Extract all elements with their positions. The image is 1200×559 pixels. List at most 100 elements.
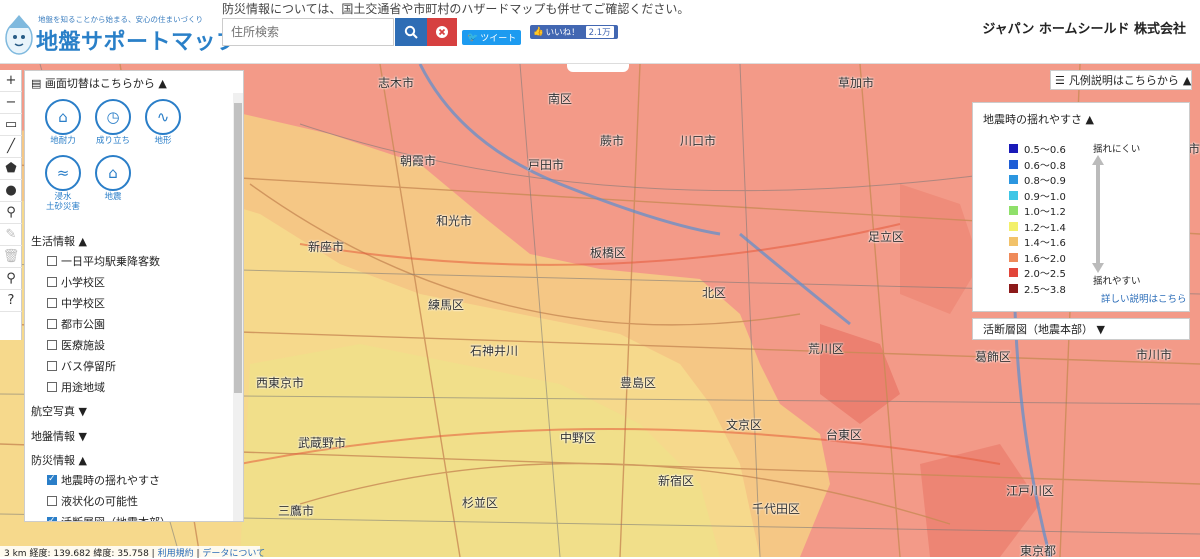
magnifier-icon: ⚲ xyxy=(6,271,16,286)
draw-circle-button[interactable]: ● xyxy=(0,180,22,202)
edit-icon: ✎ xyxy=(5,227,17,242)
item-label: 小学校区 xyxy=(61,276,105,289)
flood-icon: ≈ xyxy=(45,155,81,191)
item-label: 医療施設 xyxy=(61,339,105,352)
scale-bar: 3 km 経度: 139.682 緯度: 35.758 | 利用規約 | データ… xyxy=(0,546,265,559)
legend-swatch xyxy=(1009,237,1018,246)
life-item[interactable]: 医療施設 xyxy=(47,337,105,353)
legend-toggle-button[interactable]: ☰ 凡例説明はこちらから ▲ xyxy=(1050,70,1192,90)
item-label: バス停留所 xyxy=(61,360,116,373)
tweet-label: ツイート xyxy=(480,34,517,44)
mascot-logo-icon xyxy=(5,15,33,55)
search-icon xyxy=(404,25,418,39)
life-item[interactable]: バス停留所 xyxy=(47,358,116,374)
zoom-out-button[interactable]: − xyxy=(0,92,22,114)
theme-earthquake-button[interactable]: ⌂ 地震 xyxy=(93,155,133,202)
place-label: 板橋区 xyxy=(590,246,627,260)
checkbox[interactable] xyxy=(47,474,57,485)
checkbox[interactable] xyxy=(47,298,57,308)
place-label: 石神井川 xyxy=(470,344,519,358)
help-button[interactable]: ? xyxy=(0,290,22,312)
book-icon: ▤ xyxy=(31,77,42,90)
legend-range: 2.0～2.5 xyxy=(1024,269,1066,280)
disaster-section-header[interactable]: 防災情報 ▲ xyxy=(31,452,87,468)
delete-button[interactable]: 🗑 xyxy=(0,246,22,268)
place-label: 武蔵野市 xyxy=(298,436,347,450)
disaster-item[interactable]: 液状化の可能性 xyxy=(47,493,138,509)
section-label: 防災情報 xyxy=(31,454,75,467)
search-button[interactable] xyxy=(395,18,427,46)
section-label: 地盤情報 xyxy=(31,430,75,443)
life-section-header[interactable]: 生活情報 ▲ xyxy=(31,233,87,249)
place-label: 南区 xyxy=(548,92,573,106)
fault-panel-label: 活断層図（地震本部） xyxy=(983,323,1093,336)
legend-swatch xyxy=(1009,283,1018,293)
address-search-input[interactable] xyxy=(222,18,394,46)
fault-panel-header[interactable]: 活断層図（地震本部） ▼ xyxy=(972,318,1190,340)
panel-scrollbar[interactable] xyxy=(233,93,243,521)
terms-link[interactable]: 利用規約 xyxy=(158,549,194,559)
scale-km: 3 km xyxy=(4,549,27,559)
data-link[interactable]: データについて xyxy=(202,549,265,559)
place-label: 川口市 xyxy=(680,134,717,148)
theme-flood-button[interactable]: ≈ 浸水 土砂災害 xyxy=(43,155,83,212)
caret-up-icon: ▲ xyxy=(158,77,167,90)
checkbox[interactable] xyxy=(47,361,57,371)
caret-up-icon: ▲ xyxy=(1182,73,1192,87)
aerial-section-header[interactable]: 航空写真 ▼ xyxy=(31,403,87,419)
legend-swatch xyxy=(1009,175,1018,184)
checkbox[interactable] xyxy=(47,516,57,521)
place-label: 葛飾区 xyxy=(975,350,1012,364)
disaster-item[interactable]: 地震時の揺れやすさ xyxy=(47,472,160,488)
draw-line-button[interactable]: ╱ xyxy=(0,136,22,158)
legend-range: 2.5～3.8 xyxy=(1024,284,1066,296)
edit-button[interactable]: ✎ xyxy=(0,224,22,246)
checkbox[interactable] xyxy=(47,277,57,287)
theme-terrain-button[interactable]: ∿ 地形 xyxy=(143,99,183,146)
ground-section-header[interactable]: 地盤情報 ▼ xyxy=(31,428,87,444)
life-item[interactable]: 小学校区 xyxy=(47,274,105,290)
hazard-notice: 防災情報については、国土交通省や市町村のハザードマップも併せてご確認ください。 xyxy=(222,2,690,16)
layers-button[interactable]: ▭ xyxy=(0,114,22,136)
theme-label: 地耐力 xyxy=(50,136,76,146)
disaster-item[interactable]: 活断層図（地震本部） xyxy=(47,514,171,521)
panel-title[interactable]: ▤ 画面切替はこちらから ▲ xyxy=(31,75,167,91)
pentagon-icon: ⬟ xyxy=(5,161,17,176)
tweet-button[interactable]: 🐦 ツイート xyxy=(462,30,522,45)
legend-row: 1.6～2.0 xyxy=(1009,250,1066,265)
checkbox[interactable] xyxy=(47,340,57,350)
checkbox[interactable] xyxy=(47,382,57,392)
marker-button[interactable]: ⚲ xyxy=(0,202,22,224)
place-label: 朝霞市 xyxy=(400,154,437,168)
earthquake-icon: ⌂ xyxy=(95,155,131,191)
legend-heading[interactable]: 地震時の揺れやすさ ▲ xyxy=(983,111,1094,127)
scrollbar-thumb[interactable] xyxy=(234,103,242,393)
map-center-tab[interactable] xyxy=(567,64,629,72)
life-item[interactable]: 一日平均駅乗降客数 xyxy=(47,253,160,269)
legend-swatch xyxy=(1009,221,1018,231)
legend-swatch xyxy=(1009,159,1018,169)
twitter-bird-icon: 🐦 xyxy=(467,32,479,43)
zoom-in-button[interactable]: + xyxy=(0,70,22,92)
legend-heading-label: 地震時の揺れやすさ xyxy=(983,113,1082,126)
clear-search-button[interactable] xyxy=(427,18,457,46)
facebook-like-button[interactable]: 👍 いいね！ 2.1万 xyxy=(530,25,618,39)
draw-polygon-button[interactable]: ⬟ xyxy=(0,158,22,180)
life-item[interactable]: 用途地域 xyxy=(47,379,105,395)
theme-history-button[interactable]: ◷ 成り立ち xyxy=(93,99,133,146)
life-item[interactable]: 都市公園 xyxy=(47,316,105,332)
coordinates: 経度: 139.682 緯度: 35.758 xyxy=(29,549,149,559)
checkbox[interactable] xyxy=(47,256,57,266)
place-label: 和光市 xyxy=(436,214,473,228)
checkbox[interactable] xyxy=(47,496,57,506)
life-item[interactable]: 中学校区 xyxy=(47,295,105,311)
theme-bearing-capacity-button[interactable]: ⌂ 地耐力 xyxy=(43,99,83,146)
detail-link[interactable]: 詳しい説明はこちら xyxy=(1101,291,1187,305)
site-logo[interactable]: 地盤を知ることから始まる、安心の住まいづくり 地盤サポートマップ xyxy=(2,4,238,60)
place-label: 東京都 xyxy=(1020,544,1057,557)
checkbox[interactable] xyxy=(47,319,57,329)
legend-toggle-label: 凡例説明はこちらから xyxy=(1068,74,1179,87)
map-search-button[interactable]: ⚲ xyxy=(0,268,22,290)
help-icon: ? xyxy=(7,293,15,308)
legend-range: 0.8～0.9 xyxy=(1024,176,1066,187)
